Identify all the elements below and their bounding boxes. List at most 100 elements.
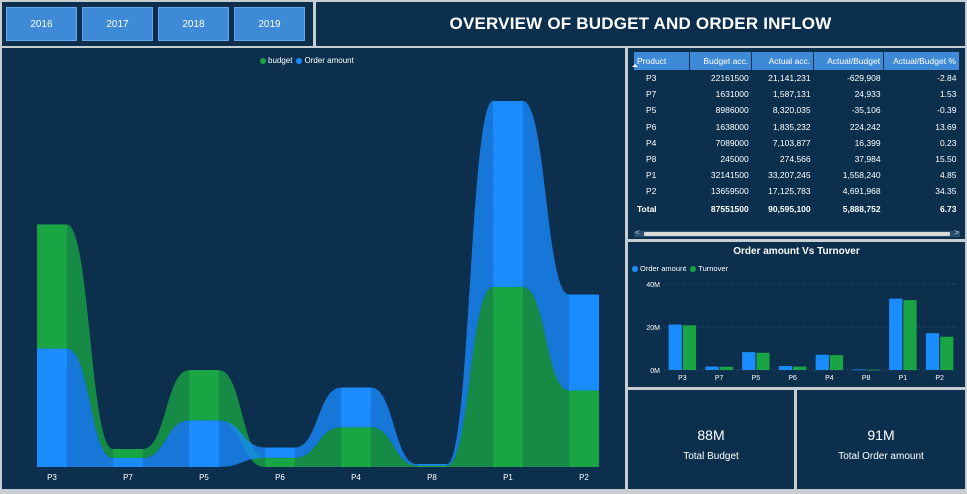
budget-bar-p4[interactable] [341, 427, 371, 467]
x-tick-label: P2 [935, 375, 944, 382]
table-cell: 37,984 [854, 154, 881, 165]
table-total-row: Total 87551500 90,595,100 5,888,752 6.73 [634, 200, 960, 218]
order-amount-bar-p1[interactable] [493, 101, 523, 287]
order-amount-bar-p6[interactable] [778, 366, 793, 370]
year-button-2016[interactable]: 2016 [6, 7, 77, 41]
legend-item-budget[interactable]: budget [260, 56, 292, 65]
order-amount-bar-p6[interactable] [265, 447, 295, 458]
turnover-bar-p6[interactable] [793, 366, 807, 370]
year-button-2018[interactable]: 2018 [158, 7, 229, 41]
x-tick-label: P7 [123, 473, 133, 482]
table-cell: 224,242 [849, 121, 881, 132]
table-cell: 0.23 [939, 137, 957, 148]
total-order-card: 91M Total Order amount [797, 390, 965, 489]
title-bar: OVERVIEW OF BUDGET AND ORDER INFLOW [316, 2, 965, 46]
col-header-actual-budget[interactable]: Actual/Budget [813, 52, 885, 70]
total-order-value: 91M [867, 427, 895, 443]
table-cell: 22161500 [710, 73, 749, 84]
y-tick-label: 20M [646, 325, 660, 332]
order-amount-bar-p3[interactable] [37, 348, 67, 467]
turnover-bar-p5[interactable] [756, 352, 770, 370]
table-cell: P8 [646, 154, 657, 165]
budget-bar-p1[interactable] [493, 286, 523, 467]
x-tick-label: P8 [427, 473, 437, 482]
x-tick-label: P3 [47, 473, 57, 482]
table-cell: 274,566 [779, 154, 811, 165]
table-row[interactable]: P8 245000 274,566 37,984 15.50 [634, 151, 960, 167]
order-amount-bar-p5[interactable] [189, 420, 219, 467]
table-row[interactable]: P4 7089000 7,103,877 16,399 0.23 [634, 135, 960, 151]
legend-item-turnover[interactable]: Turnover [690, 264, 728, 273]
table-row[interactable]: P6 1638000 1,835,232 224,242 13.69 [634, 119, 960, 135]
bar-chart-title: Order amount Vs Turnover [733, 246, 860, 257]
turnover-bar-p3[interactable] [682, 325, 697, 370]
table-row[interactable]: P2 13659500 17,125,783 4,691,968 34.35 [634, 183, 960, 199]
scroll-left-icon[interactable]: < [635, 228, 640, 238]
table-horizontal-scrollbar[interactable]: < > [634, 228, 960, 238]
table-cell: 21,141,231 [768, 73, 811, 84]
legend-item-order-amount-bar[interactable]: Order amount [632, 264, 686, 273]
turnover-bar-p8[interactable] [866, 369, 880, 371]
table-cell: 7089000 [715, 137, 749, 148]
order-amount-bar-p3[interactable] [668, 324, 682, 370]
order-amount-bar-p2[interactable] [925, 333, 940, 370]
order-amount-bar-p8[interactable] [417, 464, 447, 466]
legend-item-order-amount[interactable]: Order amount [296, 56, 354, 65]
order-amount-bar-p7[interactable] [705, 366, 719, 370]
legend-label-turnover: Turnover [698, 264, 729, 273]
table-cell: P1 [646, 170, 657, 181]
budget-bar-p6[interactable] [265, 457, 295, 467]
sort-ascending-icon[interactable] [632, 64, 638, 67]
budget-bar-p3[interactable] [37, 224, 67, 349]
col-header-product[interactable]: Product [634, 52, 691, 70]
table-cell: P2 [646, 186, 657, 197]
budget-bar-p7[interactable] [113, 448, 143, 459]
order-amount-bar-p2[interactable] [569, 294, 599, 391]
legend-dot-budget [260, 57, 266, 64]
table-cell: P4 [646, 137, 657, 148]
x-tick-label: P1 [503, 473, 513, 482]
turnover-bar-p7[interactable] [719, 366, 733, 370]
table-cell: 8986000 [715, 105, 749, 116]
table-row[interactable]: P5 8986000 8,320,035 -35,106 -0.39 [634, 102, 960, 118]
turnover-bar-p2[interactable] [940, 336, 954, 370]
scroll-right-icon[interactable]: > [954, 228, 959, 238]
x-tick-label: P5 [752, 375, 761, 382]
turnover-bar-p1[interactable] [903, 300, 917, 370]
table-cell: 1,587,131 [772, 89, 811, 100]
x-tick-label: P6 [275, 473, 285, 482]
order-amount-bar-p8[interactable] [852, 369, 866, 371]
year-button-2017[interactable]: 2017 [82, 7, 153, 41]
x-tick-label: P5 [199, 473, 209, 482]
year-button-2019[interactable]: 2019 [234, 7, 305, 41]
order-amount-bar-p1[interactable] [889, 298, 903, 370]
table-row[interactable]: P3 22161500 21,141,231 -629,908 -2.84 [634, 70, 960, 86]
total-order-label: Total Order amount [838, 451, 924, 462]
col-header-actual-acc[interactable]: Actual acc. [751, 52, 815, 70]
order-amount-bar-p4[interactable] [341, 387, 371, 428]
product-table: Product Budget acc. Actual acc. Actual/B… [634, 52, 960, 218]
table-cell: 13.69 [935, 121, 957, 132]
order-amount-bar-p5[interactable] [742, 352, 756, 370]
x-tick-label: P1 [899, 375, 908, 382]
budget-bar-p2[interactable] [569, 390, 599, 467]
budget-bar-p5[interactable] [189, 370, 219, 421]
order-amount-bar-p4[interactable] [815, 354, 829, 370]
x-tick-label: P4 [825, 375, 834, 382]
x-tick-label: P4 [351, 473, 361, 482]
turnover-bar-p4[interactable] [829, 355, 844, 370]
col-header-actual-budget-pct[interactable]: Actual/Budget % [883, 52, 960, 70]
table-total-cell: 87551500 [710, 203, 749, 214]
budget-bar-p8[interactable] [417, 465, 447, 467]
table-row[interactable]: P7 1631000 1,587,131 24,933 1.53 [634, 86, 960, 102]
table-row[interactable]: P1 32141500 33,207,245 1,558,240 4.85 [634, 167, 960, 183]
table-cell: 4.85 [939, 170, 957, 181]
scrollbar-thumb[interactable] [644, 232, 950, 236]
col-header-budget-acc[interactable]: Budget acc. [689, 52, 753, 70]
table-cell: P3 [646, 73, 657, 84]
table-cell: 8,320,035 [772, 105, 811, 116]
legend-label-order-amount: Order amount [304, 56, 354, 65]
order-amount-bar-p7[interactable] [113, 458, 143, 467]
product-table-panel: Product Budget acc. Actual acc. Actual/B… [628, 48, 965, 239]
table-cell: 16,399 [854, 137, 881, 148]
